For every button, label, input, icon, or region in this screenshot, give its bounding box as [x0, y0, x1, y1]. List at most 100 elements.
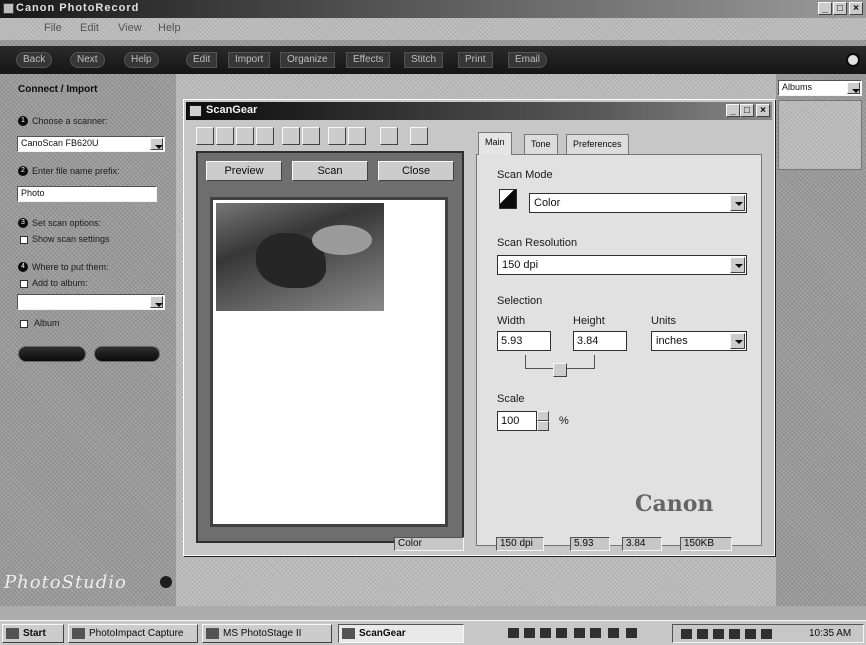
- rotate-icon[interactable]: [348, 127, 366, 145]
- scangear-maximize-button[interactable]: □: [740, 104, 754, 117]
- quicklaunch-icon-7[interactable]: [608, 628, 619, 638]
- units-select[interactable]: inches: [651, 331, 747, 351]
- display-icon[interactable]: [697, 629, 708, 639]
- close-button[interactable]: Close: [378, 161, 454, 181]
- scale-up-icon[interactable]: [537, 411, 549, 421]
- album-checkbox[interactable]: [20, 320, 28, 328]
- albums-select[interactable]: Albums: [778, 80, 862, 96]
- scangear-close-button[interactable]: ×: [756, 104, 770, 117]
- zoom-in-icon[interactable]: [216, 127, 234, 145]
- task-photoimpact[interactable]: PhotoImpact Capture: [68, 624, 198, 643]
- network-icon[interactable]: [681, 629, 692, 639]
- chevron-down-icon[interactable]: [730, 195, 745, 211]
- menu-view[interactable]: View: [118, 22, 142, 34]
- scanner-select[interactable]: CanoScan FB620U: [17, 136, 165, 152]
- mirror-icon[interactable]: [328, 127, 346, 145]
- select-icon[interactable]: [196, 127, 214, 145]
- help-icon[interactable]: [410, 127, 428, 145]
- scale-down-icon[interactable]: [537, 421, 549, 431]
- width-field[interactable]: 5.93: [497, 331, 551, 351]
- nav-tab-email[interactable]: Email: [508, 52, 548, 68]
- resolution-select[interactable]: 150 dpi: [497, 255, 747, 275]
- preview-area[interactable]: [210, 197, 448, 527]
- prefix-input[interactable]: Photo: [17, 186, 157, 202]
- chevron-down-icon[interactable]: [730, 333, 745, 349]
- scan-mode-select[interactable]: Color: [529, 193, 747, 213]
- aspect-lock-icon[interactable]: [553, 363, 567, 377]
- scale-field[interactable]: 100: [497, 411, 537, 431]
- menu-file[interactable]: File: [44, 22, 62, 34]
- menu-edit[interactable]: Edit: [80, 22, 99, 34]
- width-label: Width: [497, 315, 526, 327]
- nav-tab-print[interactable]: Print: [458, 52, 493, 68]
- app-close-button[interactable]: ×: [849, 2, 863, 15]
- photoimpact-icon: [72, 628, 85, 639]
- nav-tab-edit[interactable]: Edit: [186, 52, 218, 68]
- scan-mode-label: Scan Mode: [497, 169, 553, 181]
- options-button[interactable]: [94, 346, 160, 362]
- color-icon[interactable]: [282, 127, 300, 145]
- flip-icon[interactable]: [380, 127, 398, 145]
- app-maximize-button[interactable]: □: [833, 2, 847, 15]
- fit-icon[interactable]: [256, 127, 274, 145]
- quicklaunch-icon-6[interactable]: [590, 628, 601, 638]
- monitor-icon[interactable]: [729, 629, 740, 639]
- height-label: Height: [573, 315, 605, 327]
- start-button[interactable]: Start: [2, 624, 64, 643]
- nav-tab-effects[interactable]: Effects: [346, 52, 391, 68]
- clock[interactable]: 10:35 AM: [809, 628, 851, 639]
- nav-back-button[interactable]: Back: [16, 52, 53, 68]
- scanner-icon: [342, 628, 355, 639]
- quicklaunch-icon-8[interactable]: [626, 628, 637, 638]
- quicklaunch-icon-3[interactable]: [540, 628, 551, 638]
- nav-next-button[interactable]: Next: [70, 52, 105, 68]
- quicklaunch-icon-5[interactable]: [574, 628, 585, 638]
- height-field[interactable]: 3.84: [573, 331, 627, 351]
- taskbar: Start PhotoImpact Capture MS PhotoStage …: [0, 620, 866, 645]
- scangear-minimize-button[interactable]: _: [726, 104, 740, 117]
- add-album-checkbox[interactable]: [20, 280, 28, 288]
- search-icon[interactable]: [846, 53, 860, 67]
- chevron-down-icon[interactable]: [150, 138, 163, 150]
- nav-tab-import[interactable]: Import: [228, 52, 271, 68]
- app-minimize-button[interactable]: _: [818, 2, 832, 15]
- tab-main[interactable]: Main: [478, 132, 512, 155]
- speaker-icon[interactable]: [761, 629, 772, 639]
- link-bracket-right: [565, 355, 595, 369]
- menu-help[interactable]: Help: [158, 22, 181, 34]
- chevron-down-icon[interactable]: [847, 82, 860, 94]
- zoom-out-icon[interactable]: [236, 127, 254, 145]
- scangear-titlebar: ScanGear _ □ ×: [186, 102, 772, 120]
- tab-preferences[interactable]: Preferences: [566, 134, 629, 154]
- album-checkbox-label: Album: [34, 318, 60, 328]
- scan-option-checkbox[interactable]: [20, 236, 28, 244]
- scanner-select-value: CanoScan FB620U: [21, 138, 99, 148]
- scangear-window: ScanGear _ □ × Preview Scan Close Main T…: [183, 99, 775, 556]
- tab-tone[interactable]: Tone: [524, 134, 558, 154]
- quicklaunch-icon-1[interactable]: [508, 628, 519, 638]
- task-photostage[interactable]: MS PhotoStage II: [202, 624, 332, 643]
- nav-help-button[interactable]: Help: [124, 52, 159, 68]
- settings-pane: Main Tone Preferences Scan Mode Color Sc…: [474, 128, 766, 548]
- scan-button[interactable]: Scan: [292, 161, 368, 181]
- scan-option-label: Show scan settings: [32, 234, 110, 244]
- album-select[interactable]: [17, 294, 165, 310]
- photostage-icon: [206, 628, 219, 639]
- crop-icon[interactable]: [302, 127, 320, 145]
- task-scangear[interactable]: ScanGear: [338, 624, 464, 643]
- step-1-label: Choose a scanner:: [32, 116, 108, 126]
- quicklaunch-icon-2[interactable]: [524, 628, 535, 638]
- main-tab-body: Scan Mode Color Scan Resolution 150 dpi …: [476, 154, 762, 546]
- nav-tab-organize[interactable]: Organize: [280, 52, 335, 68]
- quicklaunch-icon-4[interactable]: [556, 628, 567, 638]
- scan-mode-value: Color: [534, 197, 561, 209]
- scheduler-icon[interactable]: [745, 629, 756, 639]
- nav-tab-stitch[interactable]: Stitch: [404, 52, 444, 68]
- globe-icon: [160, 576, 172, 588]
- units-value: inches: [656, 335, 688, 347]
- chevron-down-icon[interactable]: [150, 296, 163, 308]
- acquire-button[interactable]: [18, 346, 86, 362]
- chevron-down-icon[interactable]: [730, 257, 745, 273]
- preview-button[interactable]: Preview: [206, 161, 282, 181]
- volume-icon[interactable]: [713, 629, 724, 639]
